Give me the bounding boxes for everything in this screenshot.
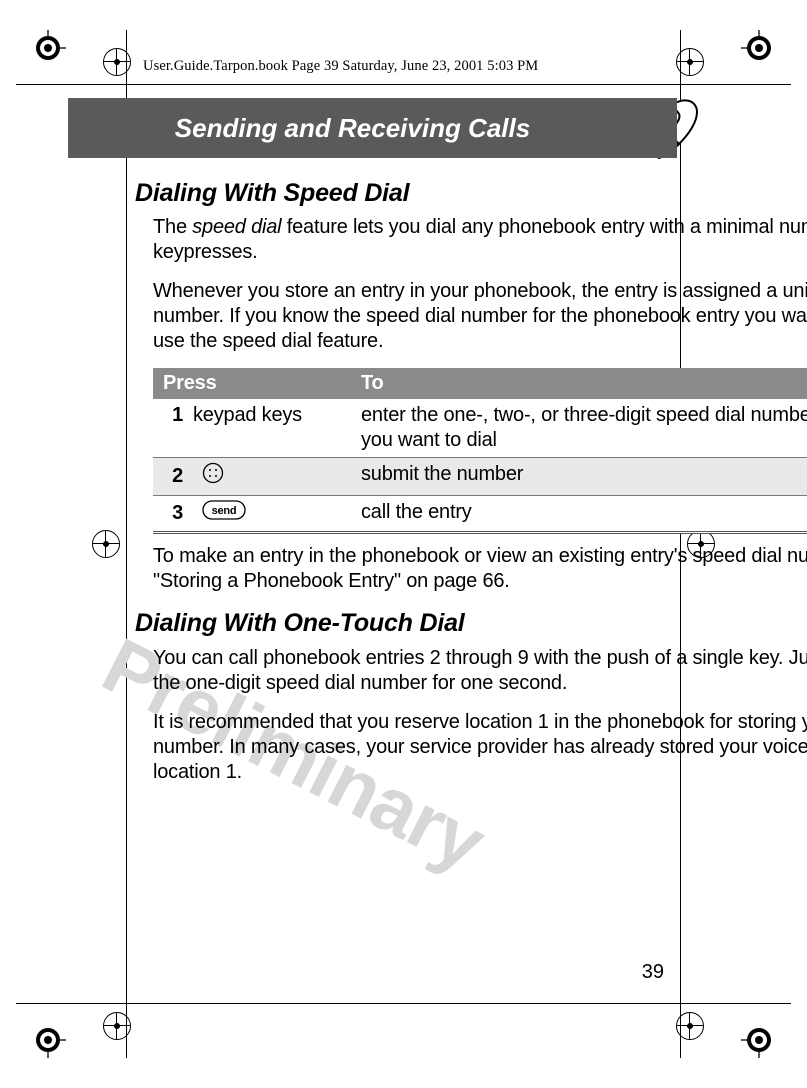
table-row: 2 submit the number <box>153 458 807 496</box>
term-speed-dial: speed dial <box>192 216 281 238</box>
running-head: User.Guide.Tarpon.book Page 39 Saturday,… <box>143 58 544 75</box>
page-number: 39 <box>642 961 664 984</box>
step-number: 1 <box>161 403 183 428</box>
press-action: keypad keys <box>193 404 302 426</box>
paragraph: To make an entry in the phonebook or vie… <box>153 544 807 594</box>
table-row: 3 send call the entry <box>153 496 807 533</box>
step-description: enter the one-, two-, or three-digit spe… <box>353 399 807 458</box>
step-description: submit the number <box>353 458 807 496</box>
page-content: Dialing With Speed Dial The speed dial f… <box>153 178 807 785</box>
print-rule <box>16 84 791 85</box>
crop-mark-icon <box>741 30 777 66</box>
section-heading-one-touch: Dialing With One-Touch Dial <box>135 608 807 639</box>
print-rule <box>16 1003 791 1004</box>
step-description: call the entry <box>353 496 807 533</box>
table-header-press: Press <box>153 368 353 399</box>
chapter-title: Sending and Receiving Calls <box>175 113 530 144</box>
paragraph: It is recommended that you reserve locat… <box>153 710 807 785</box>
registration-mark-icon <box>92 530 120 558</box>
crop-mark-icon <box>30 1022 66 1058</box>
steps-table: Press To 1 keypad keys enter the one-, tw… <box>153 368 807 534</box>
registration-mark-icon <box>103 1012 131 1040</box>
chapter-title-bar: Sending and Receiving Calls <box>68 98 677 158</box>
hash-key-icon <box>202 462 224 491</box>
paragraph: You can call phonebook entries 2 through… <box>153 646 807 696</box>
table-header-to: To <box>353 368 807 399</box>
paragraph: The speed dial feature lets you dial any… <box>153 215 807 265</box>
table-row: 1 keypad keys enter the one-, two-, or th… <box>153 399 807 458</box>
registration-mark-icon <box>676 48 704 76</box>
print-rule <box>126 30 127 1058</box>
step-number: 3 <box>161 501 183 526</box>
paragraph: Whenever you store an entry in your phon… <box>153 279 807 354</box>
text: The <box>153 216 192 238</box>
crop-mark-icon <box>30 30 66 66</box>
section-heading-speed-dial: Dialing With Speed Dial <box>135 178 807 209</box>
registration-mark-icon <box>676 1012 704 1040</box>
svg-text:send: send <box>212 505 237 517</box>
registration-mark-icon <box>103 48 131 76</box>
step-number: 2 <box>161 464 183 489</box>
send-key-icon: send <box>202 500 246 527</box>
crop-mark-icon <box>741 1022 777 1058</box>
